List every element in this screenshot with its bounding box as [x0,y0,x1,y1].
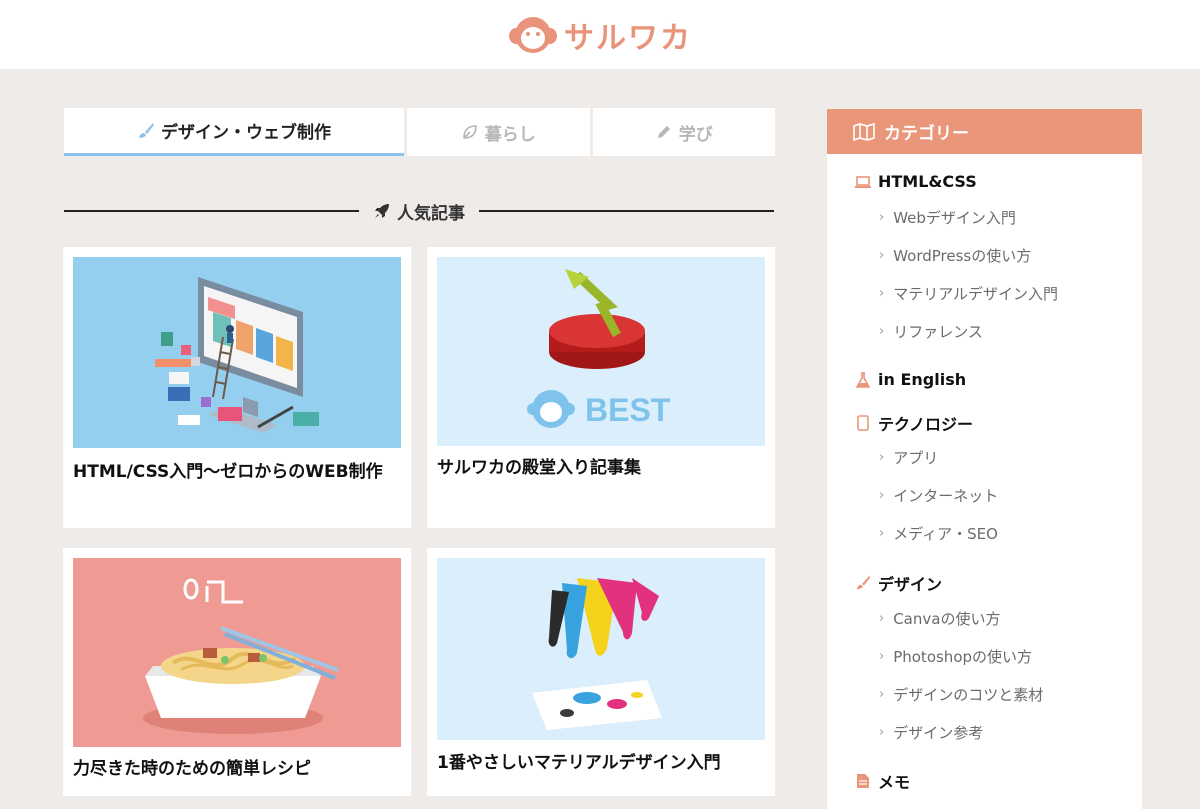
subcategory-label: デザインのコツと素材 [893,686,1044,704]
article-card[interactable]: BEST サルワカの殿堂入り記事集 [427,247,775,528]
subcategory-label: リファレンス [893,323,983,341]
article-thumbnail-material-design[interactable] [437,558,765,740]
subcategory-design-tips[interactable]: › デザインのコツと素材 [879,684,1043,705]
category-html-css[interactable]: HTML&CSS [855,172,977,191]
chevron-right-icon: › [879,324,885,339]
logo-text: サルワカ [564,20,692,56]
article-title[interactable]: 力尽きた時のための簡単レシピ [73,754,401,784]
category-label: メモ [878,773,911,792]
article-card[interactable]: 力尽きた時のための簡単レシピ [63,548,411,796]
map-icon [853,122,875,141]
divider [479,210,774,212]
tab-label: 学び [678,124,713,145]
article-card[interactable]: HTML/CSS入門〜ゼロからのWEB制作 [63,247,411,528]
site-logo[interactable]: サルワカ [508,13,692,57]
category-technology[interactable]: テクノロジー [855,411,973,435]
subcategory-apps[interactable]: › アプリ [879,447,938,468]
article-thumbnail-best[interactable]: BEST [437,257,765,446]
category-tabs: デザイン・ウェブ制作 暮らし 学び [64,108,775,156]
document-icon [855,773,871,789]
category-memo[interactable]: メモ [855,769,910,793]
subcategory-label: Webデザイン入門 [893,209,1016,227]
subcategory-canva[interactable]: › Canvaの使い方 [879,608,1000,629]
tab-label: デザイン・ウェブ制作 [161,123,332,143]
subcategory-label: メディア・SEO [893,525,998,543]
article-thumbnail-html-css[interactable] [73,257,401,448]
subcategory-label: WordPressの使い方 [893,247,1032,265]
subcategory-label: アプリ [893,449,939,467]
monkey-face-icon [509,16,557,53]
subcategory-internet[interactable]: › インターネット [879,485,998,506]
subcategory-label: マテリアルデザイン入門 [893,285,1059,303]
leaf-icon [462,125,477,139]
chevron-right-icon: › [879,450,885,465]
chevron-right-icon: › [879,286,885,301]
tablet-icon [855,415,871,431]
category-sidebar: カテゴリー HTML&CSS › Webデザイン入門 › WordPressの使い方… [827,109,1142,809]
subcategory-photoshop[interactable]: › Photoshopの使い方 [879,646,1032,667]
paintbrush-icon [855,575,871,591]
tab-design-web[interactable]: デザイン・ウェブ制作 [64,108,405,156]
sidebar-title: カテゴリー [884,124,969,144]
chevron-right-icon: › [879,649,885,664]
section-title-text: 人気記事 [397,203,465,224]
sidebar-heading: カテゴリー [827,109,1142,154]
category-in-english[interactable]: in English [855,370,966,389]
article-title[interactable]: HTML/CSS入門〜ゼロからのWEB制作 [73,457,401,487]
flask-icon [855,371,871,388]
chevron-right-icon: › [879,687,885,702]
section-title: 人気記事 [373,199,465,224]
subcategory-material-design[interactable]: › マテリアルデザイン入門 [879,283,1058,304]
subcategory-design-reference[interactable]: › デザイン参考 [879,722,983,743]
tab-manabi[interactable]: 学び [592,108,775,156]
subcategory-label: Photoshopの使い方 [893,648,1033,666]
chevron-right-icon: › [879,611,885,626]
article-thumbnail-recipe[interactable] [73,558,401,747]
subcategory-label: デザイン参考 [893,724,984,742]
category-label: in English [878,370,967,389]
chevron-right-icon: › [879,488,885,503]
popular-articles-heading: 人気記事 [64,196,774,226]
subcategory-wordpress[interactable]: › WordPressの使い方 [879,245,1031,266]
category-design[interactable]: デザイン [855,571,942,595]
divider [64,210,359,212]
chevron-right-icon: › [879,725,885,740]
tab-label: 暮らし [484,124,536,145]
subcategory-reference[interactable]: › リファレンス [879,321,983,342]
category-label: テクノロジー [878,415,974,434]
chevron-right-icon: › [879,526,885,541]
rocket-icon [375,204,389,218]
subcategory-label: Canvaの使い方 [893,610,1001,628]
pencil-icon [657,126,670,138]
chevron-right-icon: › [879,248,885,263]
article-card[interactable]: 1番やさしいマテリアルデザイン入門 [427,548,775,796]
article-title[interactable]: サルワカの殿堂入り記事集 [437,453,765,483]
subcategory-media-seo[interactable]: › メディア・SEO [879,523,998,544]
subcategory-label: インターネット [893,487,999,505]
laptop-icon [855,174,871,190]
tab-kurashi[interactable]: 暮らし [407,108,590,156]
subcategory-web-design[interactable]: › Webデザイン入門 [879,207,1016,228]
best-text: BEST [585,392,671,428]
chevron-right-icon: › [879,210,885,225]
category-label: HTML&CSS [878,172,977,191]
category-label: デザイン [878,575,943,594]
paintbrush-icon [139,122,155,138]
site-header: サルワカ [0,0,1200,69]
article-title[interactable]: 1番やさしいマテリアルデザイン入門 [437,748,765,778]
